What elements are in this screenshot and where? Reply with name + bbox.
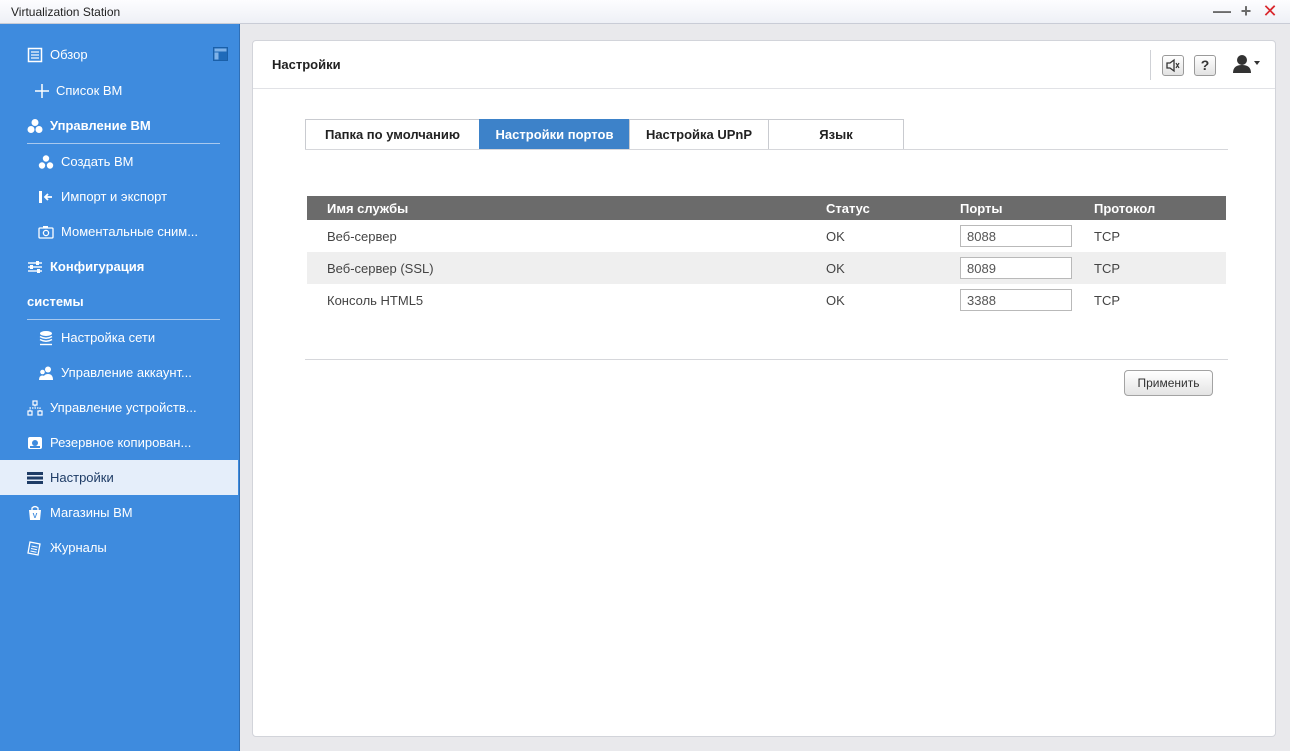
- help-icon: ?: [1200, 57, 1210, 73]
- table-row: Веб-сервер OK TCP: [307, 220, 1226, 252]
- sidebar-item-vm-list[interactable]: Список ВМ: [0, 73, 238, 108]
- table-row: Веб-сервер (SSL) OK TCP: [307, 252, 1226, 284]
- page-title: Настройки: [272, 57, 341, 72]
- svg-text:V: V: [33, 513, 38, 520]
- sidebar-item-snapshots[interactable]: Моментальные сним...: [0, 214, 238, 249]
- settings-icon: [27, 472, 43, 484]
- column-header-service: Имя службы: [327, 201, 409, 216]
- column-header-protocol: Протокол: [1094, 201, 1156, 216]
- title-bar: Virtualization Station — + ✕: [0, 0, 1290, 24]
- devices-icon: [27, 400, 43, 416]
- column-header-ports: Порты: [960, 201, 1003, 216]
- sidebar-item-system-config-cont[interactable]: системы: [0, 284, 238, 319]
- import-export-icon: [39, 191, 52, 203]
- sidebar-item-label: Моментальные сним...: [61, 224, 199, 239]
- create-vm-icon: [38, 155, 54, 169]
- service-name: Веб-сервер (SSL): [327, 261, 434, 276]
- service-status: OK: [826, 293, 845, 308]
- port-input[interactable]: [960, 225, 1072, 247]
- table-header: Имя службы Статус Порты Протокол: [307, 196, 1226, 220]
- divider: [305, 359, 1228, 360]
- close-icon[interactable]: ✕: [1261, 2, 1279, 20]
- minimize-icon[interactable]: —: [1213, 2, 1231, 20]
- service-name: Веб-сервер: [327, 229, 397, 244]
- service-protocol: TCP: [1094, 229, 1120, 244]
- sidebar-item-devices[interactable]: Управление устройств...: [0, 390, 238, 425]
- sidebar-item-label: Управление устройств...: [50, 400, 197, 415]
- column-header-status: Статус: [826, 201, 870, 216]
- sidebar-item-overview[interactable]: Обзор: [0, 37, 238, 72]
- sidebar-item-vm-management[interactable]: Управление ВМ: [0, 108, 238, 143]
- overview-icon: [27, 47, 43, 63]
- sidebar-item-label: Конфигурация: [50, 259, 145, 274]
- sidebar-item-label: Управление аккаунт...: [61, 365, 192, 380]
- plus-icon: [35, 84, 49, 98]
- port-input[interactable]: [960, 289, 1072, 311]
- sidebar-item-label: Магазины ВМ: [50, 505, 133, 520]
- backup-icon: [28, 437, 42, 449]
- sidebar-item-label: Настройка сети: [61, 330, 156, 345]
- sidebar-item-import-export[interactable]: Импорт и экспорт: [0, 179, 238, 214]
- table-row: Консоль HTML5 OK TCP: [307, 284, 1226, 316]
- sidebar-item-backup[interactable]: Резервное копирован...: [0, 425, 238, 460]
- tab-language[interactable]: Язык: [768, 119, 904, 150]
- logs-icon: [27, 541, 41, 556]
- service-name: Консоль HTML5: [327, 293, 424, 308]
- apply-button[interactable]: Применить: [1124, 370, 1213, 396]
- network-icon: [39, 331, 53, 346]
- service-status: OK: [826, 229, 845, 244]
- service-status: OK: [826, 261, 845, 276]
- window-title: Virtualization Station: [11, 5, 121, 19]
- speaker-icon: [1166, 58, 1180, 73]
- sidebar-item-label: Список ВМ: [56, 83, 123, 98]
- sidebar-item-label: Журналы: [50, 540, 107, 555]
- service-protocol: TCP: [1094, 261, 1120, 276]
- sidebar-item-vm-store[interactable]: V Магазины ВМ: [0, 495, 238, 530]
- sidebar-item-settings[interactable]: Настройки: [0, 460, 238, 495]
- users-icon: [39, 366, 53, 380]
- speaker-button[interactable]: [1162, 55, 1184, 76]
- sliders-icon: [28, 261, 42, 273]
- tab-upnp-settings[interactable]: Настройка UPnP: [629, 119, 769, 150]
- sidebar-item-network[interactable]: Настройка сети: [0, 320, 238, 355]
- sidebar-item-system-config[interactable]: Конфигурация: [0, 249, 238, 284]
- service-protocol: TCP: [1094, 293, 1120, 308]
- port-input[interactable]: [960, 257, 1072, 279]
- vm-management-icon: [27, 119, 43, 133]
- maximize-icon[interactable]: +: [1237, 2, 1255, 20]
- tab-default-folder[interactable]: Папка по умолчанию: [305, 119, 480, 150]
- sidebar-item-label: Создать ВМ: [61, 154, 134, 169]
- sidebar-item-accounts[interactable]: Управление аккаунт...: [0, 355, 238, 390]
- main-header: Настройки ?: [253, 41, 1275, 89]
- store-icon: V: [29, 505, 41, 520]
- sidebar-item-logs[interactable]: Журналы: [0, 530, 238, 565]
- divider: [1150, 50, 1151, 80]
- sidebar-item-label: Импорт и экспорт: [61, 189, 168, 204]
- main-panel: Настройки ? Папка по умолчанию Настройки…: [252, 40, 1276, 737]
- sidebar-item-label: Настройки: [50, 470, 114, 485]
- sidebar: Обзор Список ВМ Управление ВМ Создать ВМ…: [0, 24, 240, 751]
- camera-icon: [38, 226, 54, 239]
- user-menu-icon[interactable]: [1232, 53, 1262, 77]
- sidebar-item-label: системы: [27, 294, 84, 309]
- divider: [305, 149, 1228, 150]
- sidebar-item-create-vm[interactable]: Создать ВМ: [0, 144, 238, 179]
- tab-port-settings[interactable]: Настройки портов: [479, 119, 630, 150]
- sidebar-item-label: Резервное копирован...: [50, 435, 192, 450]
- sidebar-item-label: Обзор: [50, 47, 88, 62]
- help-button[interactable]: ?: [1194, 55, 1216, 76]
- sidebar-item-label: Управление ВМ: [50, 118, 151, 133]
